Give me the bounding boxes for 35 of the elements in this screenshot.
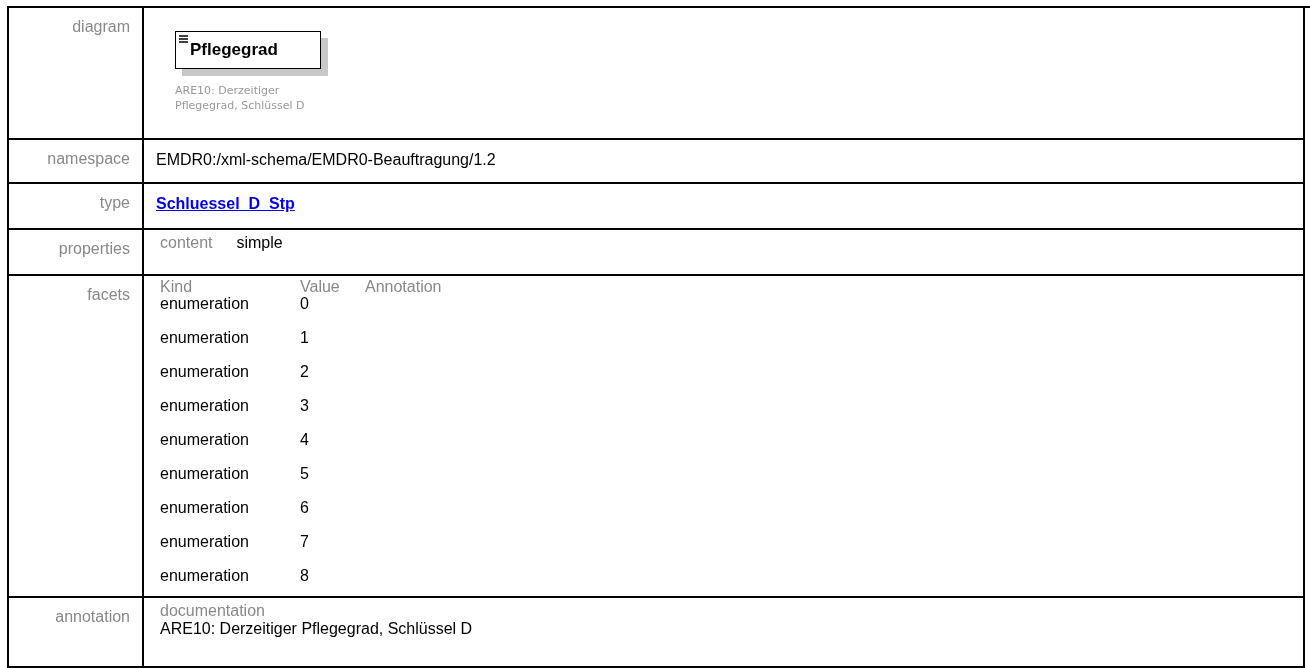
facet-kind: enumeration	[160, 532, 250, 552]
row-label: diagram	[72, 18, 130, 36]
facet-value: 3	[300, 396, 310, 416]
facet-kind: enumeration	[160, 362, 250, 382]
column-header: Kind	[160, 280, 194, 294]
row-label: namespace	[47, 150, 130, 168]
column-header: Value	[300, 280, 341, 294]
column-header: Annotation	[365, 280, 442, 294]
facet-value: 0	[300, 294, 310, 314]
facet-value: 4	[300, 430, 310, 450]
facet-kind: enumeration	[160, 430, 250, 450]
property-value: simple	[236, 234, 283, 252]
annotation-text: ARE10: Derzeitiger Pflegegrad, Schlüssel D	[160, 620, 473, 637]
row-label: annotation	[55, 608, 130, 626]
facet-value: 8	[300, 566, 310, 586]
row-label: properties	[58, 240, 130, 258]
facet-kind: enumeration	[160, 328, 250, 348]
facet-kind: enumeration	[160, 566, 250, 586]
facet-kind: enumeration	[160, 294, 250, 314]
facet-value: 2	[300, 362, 310, 382]
element-caption: ARE10: Derzeitiger Pflegegrad, Schlüssel D	[175, 83, 306, 113]
row-label: type	[99, 194, 130, 212]
property-key: content	[160, 234, 213, 252]
facet-value: 1	[300, 328, 310, 348]
facet-kind: enumeration	[160, 396, 250, 416]
annotation-heading: documentation	[160, 602, 265, 619]
namespace-value: EMDR0:/xml-schema/EMDR0-Beauftragung/1.2	[156, 151, 496, 168]
type-link[interactable]: Schluessel_D_Stp	[156, 195, 295, 212]
facet-value: 6	[300, 498, 310, 518]
facet-kind: enumeration	[160, 498, 250, 518]
facet-value: 5	[300, 464, 310, 484]
facet-value: 7	[300, 532, 310, 552]
lines-icon	[179, 35, 188, 43]
row-label: facets	[87, 286, 130, 304]
facet-kind: enumeration	[160, 464, 250, 484]
